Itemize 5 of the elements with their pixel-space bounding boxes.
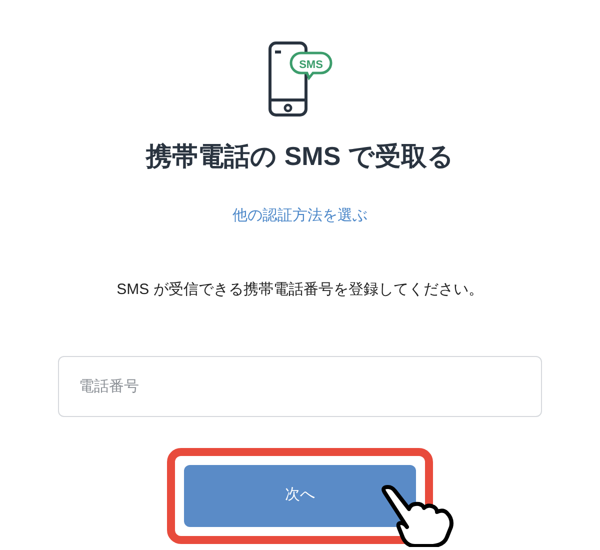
page-title: 携帯電話の SMS で受取る [146, 140, 454, 172]
instruction-text: SMS が受信できる携帯電話番号を登録してください。 [116, 280, 484, 300]
other-method-link[interactable]: 他の認証方法を選ぶ [232, 204, 368, 227]
phone-number-field[interactable]: 電話番号 [58, 356, 542, 416]
next-button[interactable]: 次へ [184, 464, 416, 526]
